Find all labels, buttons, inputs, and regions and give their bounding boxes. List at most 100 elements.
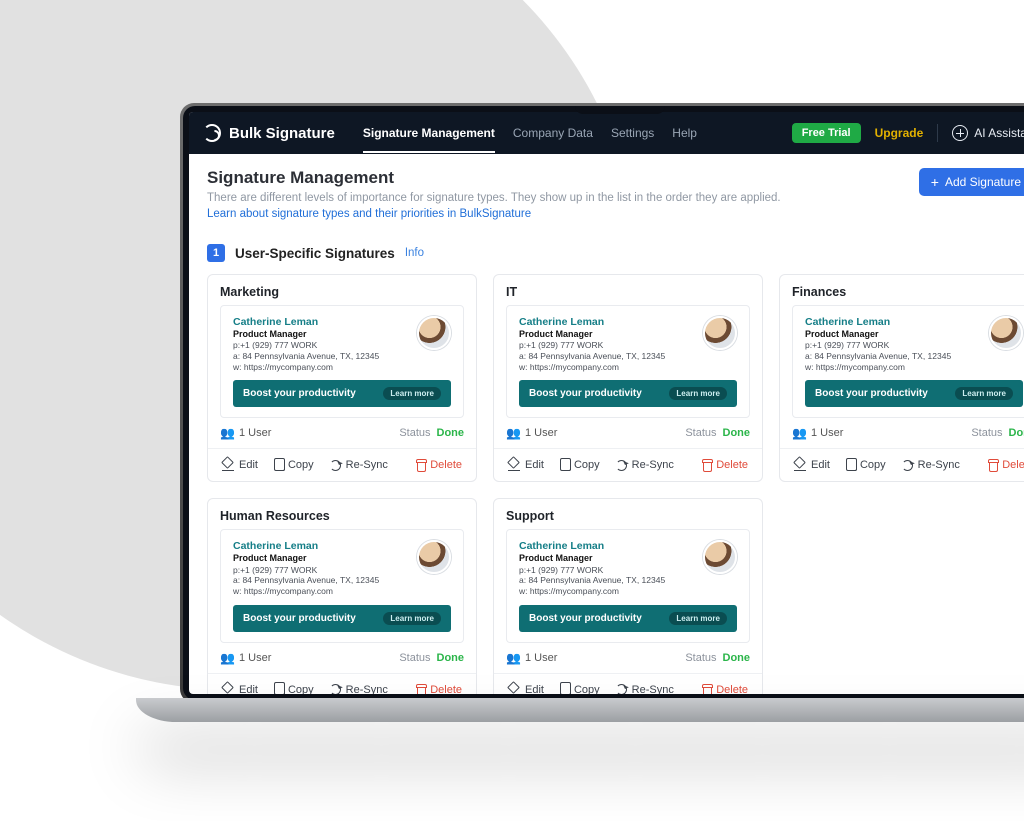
nav-divider — [937, 124, 938, 142]
users-icon: 👥 — [506, 651, 521, 665]
users-icon: 👥 — [220, 426, 235, 440]
delete-button[interactable]: Delete — [408, 455, 470, 475]
sig-phone: p:+1 (929) 777 WORK — [233, 340, 407, 351]
sig-address: a: 84 Pennsylvania Avenue, TX, 12345 — [233, 575, 407, 586]
sig-web: w: https://mycompany.com — [519, 362, 693, 373]
card-title: Marketing — [208, 275, 476, 305]
sig-role: Product Manager — [519, 553, 693, 564]
laptop-base — [136, 698, 1024, 722]
edit-icon — [508, 684, 520, 695]
copy-button[interactable]: Copy — [266, 455, 322, 475]
copy-button[interactable]: Copy — [838, 455, 894, 475]
signature-preview: Catherine Leman Product Manager p:+1 (92… — [506, 529, 750, 642]
signature-preview: Catherine Leman Product Manager p:+1 (92… — [220, 305, 464, 418]
status-value: Done — [723, 652, 751, 664]
sig-address: a: 84 Pennsylvania Avenue, TX, 12345 — [519, 575, 693, 586]
status-label: Status — [399, 652, 430, 664]
users-icon: 👥 — [506, 426, 521, 440]
sig-web: w: https://mycompany.com — [805, 362, 979, 373]
sig-role: Product Manager — [233, 553, 407, 564]
section-info-link[interactable]: Info — [405, 247, 424, 259]
trash-icon — [417, 687, 426, 695]
signature-preview: Catherine Leman Product Manager p:+1 (92… — [220, 529, 464, 642]
resync-button[interactable]: Re-Sync — [894, 455, 968, 475]
sync-icon — [330, 684, 341, 694]
delete-button[interactable]: Delete — [694, 680, 756, 695]
upgrade-link[interactable]: Upgrade — [875, 126, 924, 140]
copy-button[interactable]: Copy — [266, 680, 322, 695]
user-count: 1 User — [811, 427, 843, 439]
edit-icon — [222, 459, 234, 471]
learn-more-pill[interactable]: Learn more — [383, 612, 441, 625]
brand[interactable]: Bulk Signature — [203, 124, 335, 142]
sig-address: a: 84 Pennsylvania Avenue, TX, 12345 — [233, 351, 407, 362]
brand-logo-icon — [203, 124, 221, 142]
delete-button[interactable]: Delete — [980, 455, 1024, 475]
resync-button[interactable]: Re-Sync — [608, 455, 682, 475]
learn-more-pill[interactable]: Learn more — [383, 387, 441, 400]
sig-phone: p:+1 (929) 777 WORK — [233, 565, 407, 576]
learn-more-pill[interactable]: Learn more — [669, 612, 727, 625]
signature-card: Support Catherine Leman Product Manager … — [493, 498, 763, 694]
promo-banner: Boost your productivity Learn more — [519, 380, 737, 407]
user-count: 1 User — [525, 652, 557, 664]
sig-name: Catherine Leman — [805, 316, 979, 329]
copy-button[interactable]: Copy — [552, 680, 608, 695]
copy-icon — [276, 460, 285, 471]
status-label: Status — [971, 427, 1002, 439]
status-value: Done — [723, 427, 751, 439]
top-nav: Bulk Signature Signature Management Comp… — [189, 112, 1024, 154]
laptop-mockup: Bulk Signature Signature Management Comp… — [180, 103, 1024, 703]
section-number: 1 — [207, 244, 225, 262]
delete-button[interactable]: Delete — [694, 455, 756, 475]
learn-link[interactable]: Learn about signature types and their pr… — [207, 208, 531, 220]
card-title: IT — [494, 275, 762, 305]
resync-button[interactable]: Re-Sync — [608, 680, 682, 695]
copy-icon — [562, 460, 571, 471]
edit-button[interactable]: Edit — [500, 680, 552, 695]
sync-icon — [330, 460, 341, 471]
ai-icon — [952, 125, 968, 141]
resync-button[interactable]: Re-Sync — [322, 455, 396, 475]
sig-role: Product Manager — [805, 329, 979, 340]
ai-assistant-button[interactable]: AI Assistant — [952, 125, 1024, 141]
nav-company-data[interactable]: Company Data — [513, 126, 593, 140]
learn-more-pill[interactable]: Learn more — [955, 387, 1013, 400]
free-trial-button[interactable]: Free Trial — [792, 123, 861, 143]
sig-web: w: https://mycompany.com — [233, 586, 407, 597]
nav-help[interactable]: Help — [672, 126, 697, 140]
delete-button[interactable]: Delete — [408, 680, 470, 695]
signature-card: IT Catherine Leman Product Manager p:+1 … — [493, 274, 763, 482]
edit-button[interactable]: Edit — [214, 680, 266, 695]
card-title: Finances — [780, 275, 1024, 305]
nav-signature-management[interactable]: Signature Management — [363, 126, 495, 140]
sync-icon — [902, 460, 913, 471]
edit-button[interactable]: Edit — [214, 455, 266, 475]
edit-button[interactable]: Edit — [786, 455, 838, 475]
status-label: Status — [399, 427, 430, 439]
nav-settings[interactable]: Settings — [611, 126, 654, 140]
signature-cards-grid: Marketing Catherine Leman Product Manage… — [207, 274, 1024, 694]
avatar — [703, 540, 737, 574]
add-signature-button[interactable]: + Add Signature — [919, 168, 1024, 196]
sig-role: Product Manager — [233, 329, 407, 340]
nav-links: Signature Management Company Data Settin… — [363, 126, 697, 140]
user-count: 1 User — [239, 427, 271, 439]
resync-button[interactable]: Re-Sync — [322, 680, 396, 695]
signature-preview: Catherine Leman Product Manager p:+1 (92… — [792, 305, 1024, 418]
signature-card: Marketing Catherine Leman Product Manage… — [207, 274, 477, 482]
copy-button[interactable]: Copy — [552, 455, 608, 475]
learn-more-pill[interactable]: Learn more — [669, 387, 727, 400]
card-title: Support — [494, 499, 762, 529]
trash-icon — [417, 462, 426, 472]
edit-icon — [794, 459, 806, 471]
status-value: Done — [437, 652, 465, 664]
avatar — [417, 316, 451, 350]
users-icon: 👥 — [220, 651, 235, 665]
edit-button[interactable]: Edit — [500, 455, 552, 475]
signature-preview: Catherine Leman Product Manager p:+1 (92… — [506, 305, 750, 418]
sig-web: w: https://mycompany.com — [233, 362, 407, 373]
promo-banner: Boost your productivity Learn more — [519, 605, 737, 632]
page-subtitle: There are different levels of importance… — [207, 192, 781, 204]
trash-icon — [703, 687, 712, 695]
